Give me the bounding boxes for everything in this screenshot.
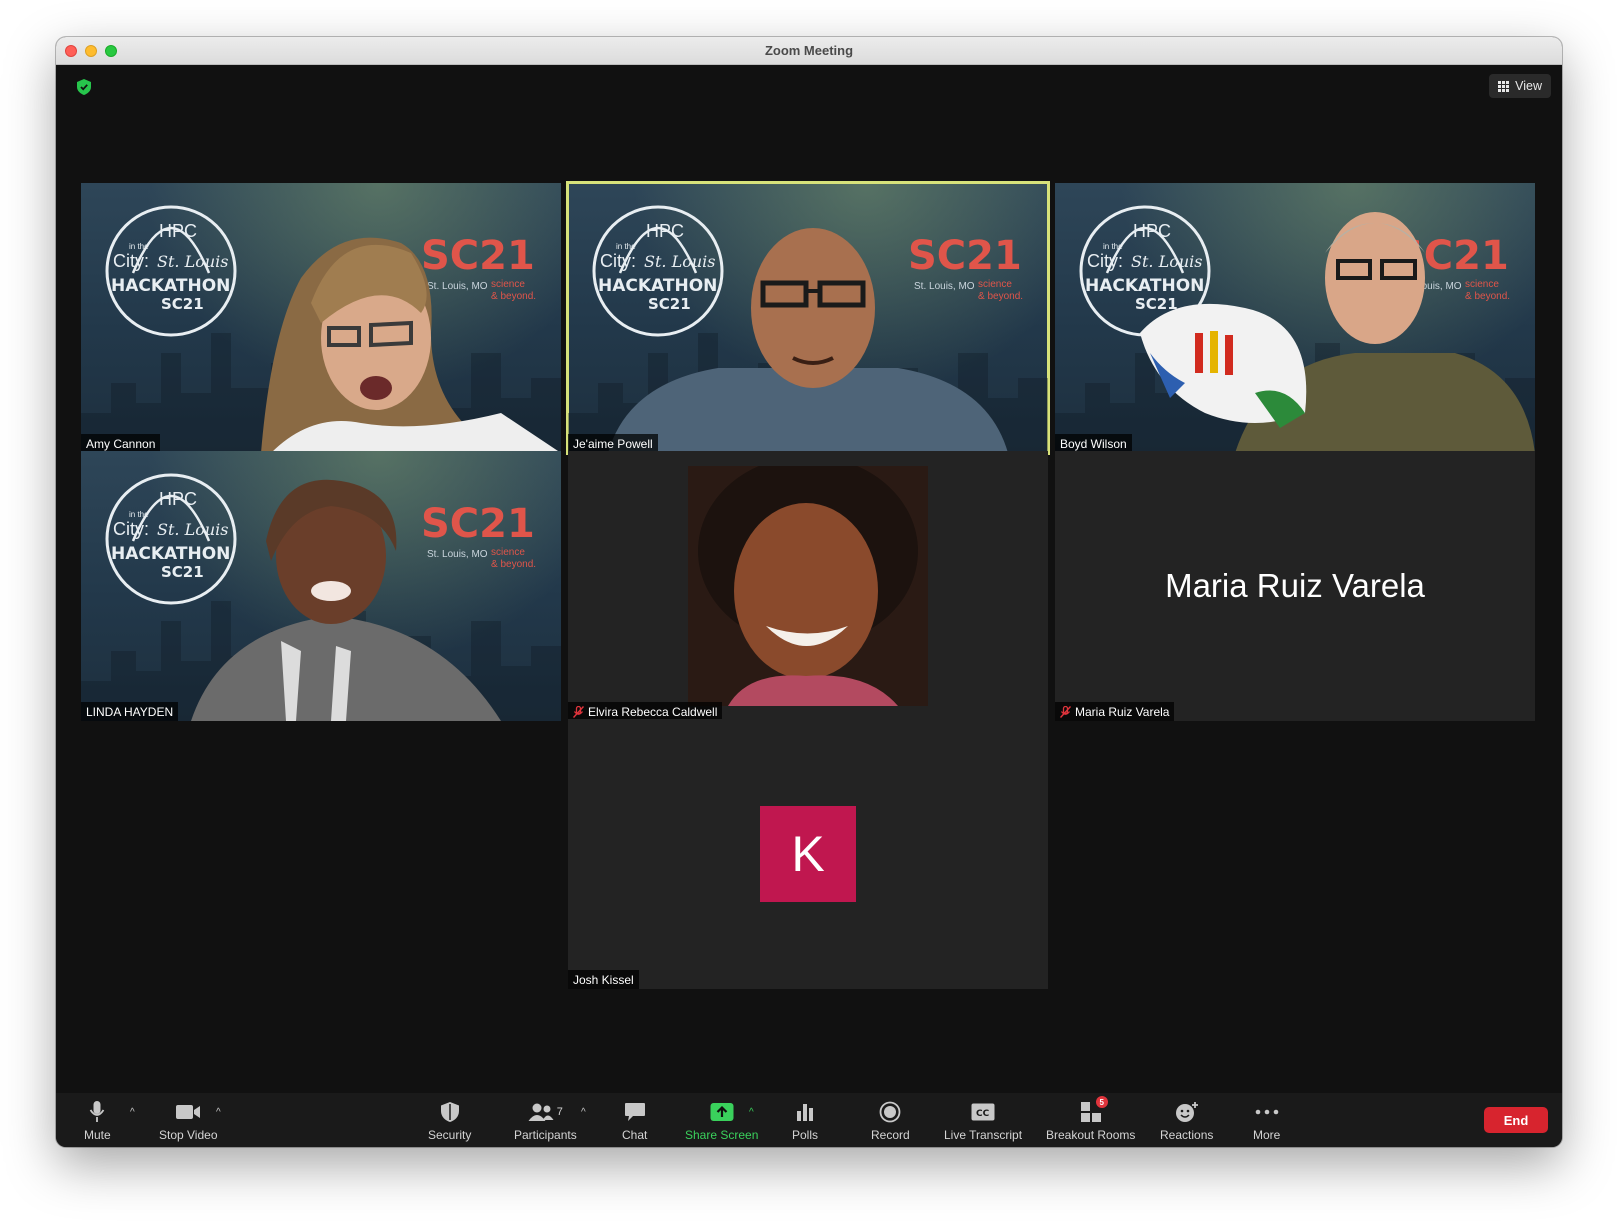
participant-name-tag: LINDA HAYDEN xyxy=(81,702,179,721)
participant-video-elvira xyxy=(688,466,928,706)
view-button[interactable]: View xyxy=(1489,74,1551,98)
record-icon xyxy=(879,1101,901,1123)
participant-tile-amy-cannon[interactable]: HPC in the City: St. Louis HACKATHON SC2… xyxy=(81,183,561,453)
breakout-rooms-badge: 5 xyxy=(1095,1096,1108,1108)
record-button[interactable]: Record xyxy=(871,1099,910,1145)
reactions-smiley-icon xyxy=(1175,1102,1198,1122)
participant-tile-maria-ruiz-varela[interactable]: Maria Ruiz Varela Maria Ruiz Varela xyxy=(1055,451,1535,721)
share-screen-options-caret-icon[interactable]: ^ xyxy=(749,1107,754,1118)
security-button[interactable]: Security xyxy=(428,1099,471,1145)
zoom-window: Zoom Meeting View HPC in the City: St. L… xyxy=(56,37,1562,1147)
participant-name-tag: Maria Ruiz Varela xyxy=(1055,702,1175,721)
microphone-icon xyxy=(90,1101,105,1122)
participant-tile-josh-kissel[interactable]: K Josh Kissel xyxy=(568,719,1048,989)
video-options-caret-icon[interactable]: ^ xyxy=(216,1107,221,1118)
participant-tile-linda-hayden[interactable]: HPC in the City: St. Louis HACKATHON SC2… xyxy=(81,451,561,721)
mic-muted-icon xyxy=(573,705,584,718)
participant-video-amy xyxy=(261,237,561,453)
encryption-shield-icon[interactable] xyxy=(77,79,91,95)
stop-video-button[interactable]: Stop Video xyxy=(159,1099,218,1145)
security-shield-icon xyxy=(440,1102,459,1122)
window-controls xyxy=(65,45,117,57)
close-window-button[interactable] xyxy=(65,45,77,57)
view-label: View xyxy=(1515,79,1542,93)
share-screen-icon xyxy=(710,1103,734,1121)
mute-button[interactable]: Mute xyxy=(84,1099,111,1145)
title-bar: Zoom Meeting xyxy=(56,37,1562,65)
mic-muted-icon xyxy=(1060,705,1071,718)
minimize-window-button[interactable] xyxy=(85,45,97,57)
end-meeting-button[interactable]: End xyxy=(1484,1107,1548,1133)
participant-tile-elvira-rebecca-caldwell[interactable]: Elvira Rebecca Caldwell xyxy=(568,451,1048,721)
video-camera-icon xyxy=(176,1105,201,1119)
participants-icon xyxy=(528,1103,554,1121)
closed-caption-icon: CC xyxy=(971,1103,995,1121)
breakout-rooms-button[interactable]: 5 Breakout Rooms xyxy=(1046,1096,1135,1145)
participant-video-jeaime xyxy=(608,228,1008,453)
chat-button[interactable]: Chat xyxy=(622,1099,647,1145)
meeting-toolbar: Mute ^ Stop Video ^ Security 7 Participa… xyxy=(56,1093,1562,1147)
avatar: K xyxy=(760,806,856,902)
participant-name-tag: Josh Kissel xyxy=(568,970,639,989)
participant-photo xyxy=(688,466,928,706)
maximize-window-button[interactable] xyxy=(105,45,117,57)
audio-options-caret-icon[interactable]: ^ xyxy=(130,1107,135,1118)
grid-view-icon xyxy=(1498,80,1510,92)
svg-text:CC: CC xyxy=(976,1109,990,1119)
live-transcript-button[interactable]: CC Live Transcript xyxy=(944,1099,1022,1145)
participants-options-caret-icon[interactable]: ^ xyxy=(581,1107,586,1118)
polls-bar-chart-icon xyxy=(797,1104,813,1121)
polls-button[interactable]: Polls xyxy=(792,1099,818,1145)
more-button[interactable]: More xyxy=(1253,1099,1280,1145)
participant-video-linda xyxy=(191,479,501,721)
participants-button[interactable]: 7 Participants xyxy=(514,1099,577,1145)
share-screen-button[interactable]: Share Screen xyxy=(685,1099,758,1145)
window-title: Zoom Meeting xyxy=(764,43,854,58)
participant-tile-jeaime-powell[interactable]: HPC in the City: St. Louis HACKATHON SC2… xyxy=(566,181,1050,455)
participant-video-boyd xyxy=(1140,212,1535,453)
chat-bubble-icon xyxy=(624,1103,645,1121)
participant-tile-boyd-wilson[interactable]: HPC in the City: St. Louis HACKATHON SC2… xyxy=(1055,183,1535,453)
participant-display-name: Maria Ruiz Varela xyxy=(1165,567,1425,604)
more-ellipsis-icon xyxy=(1255,1109,1278,1115)
reactions-button[interactable]: Reactions xyxy=(1160,1099,1213,1145)
